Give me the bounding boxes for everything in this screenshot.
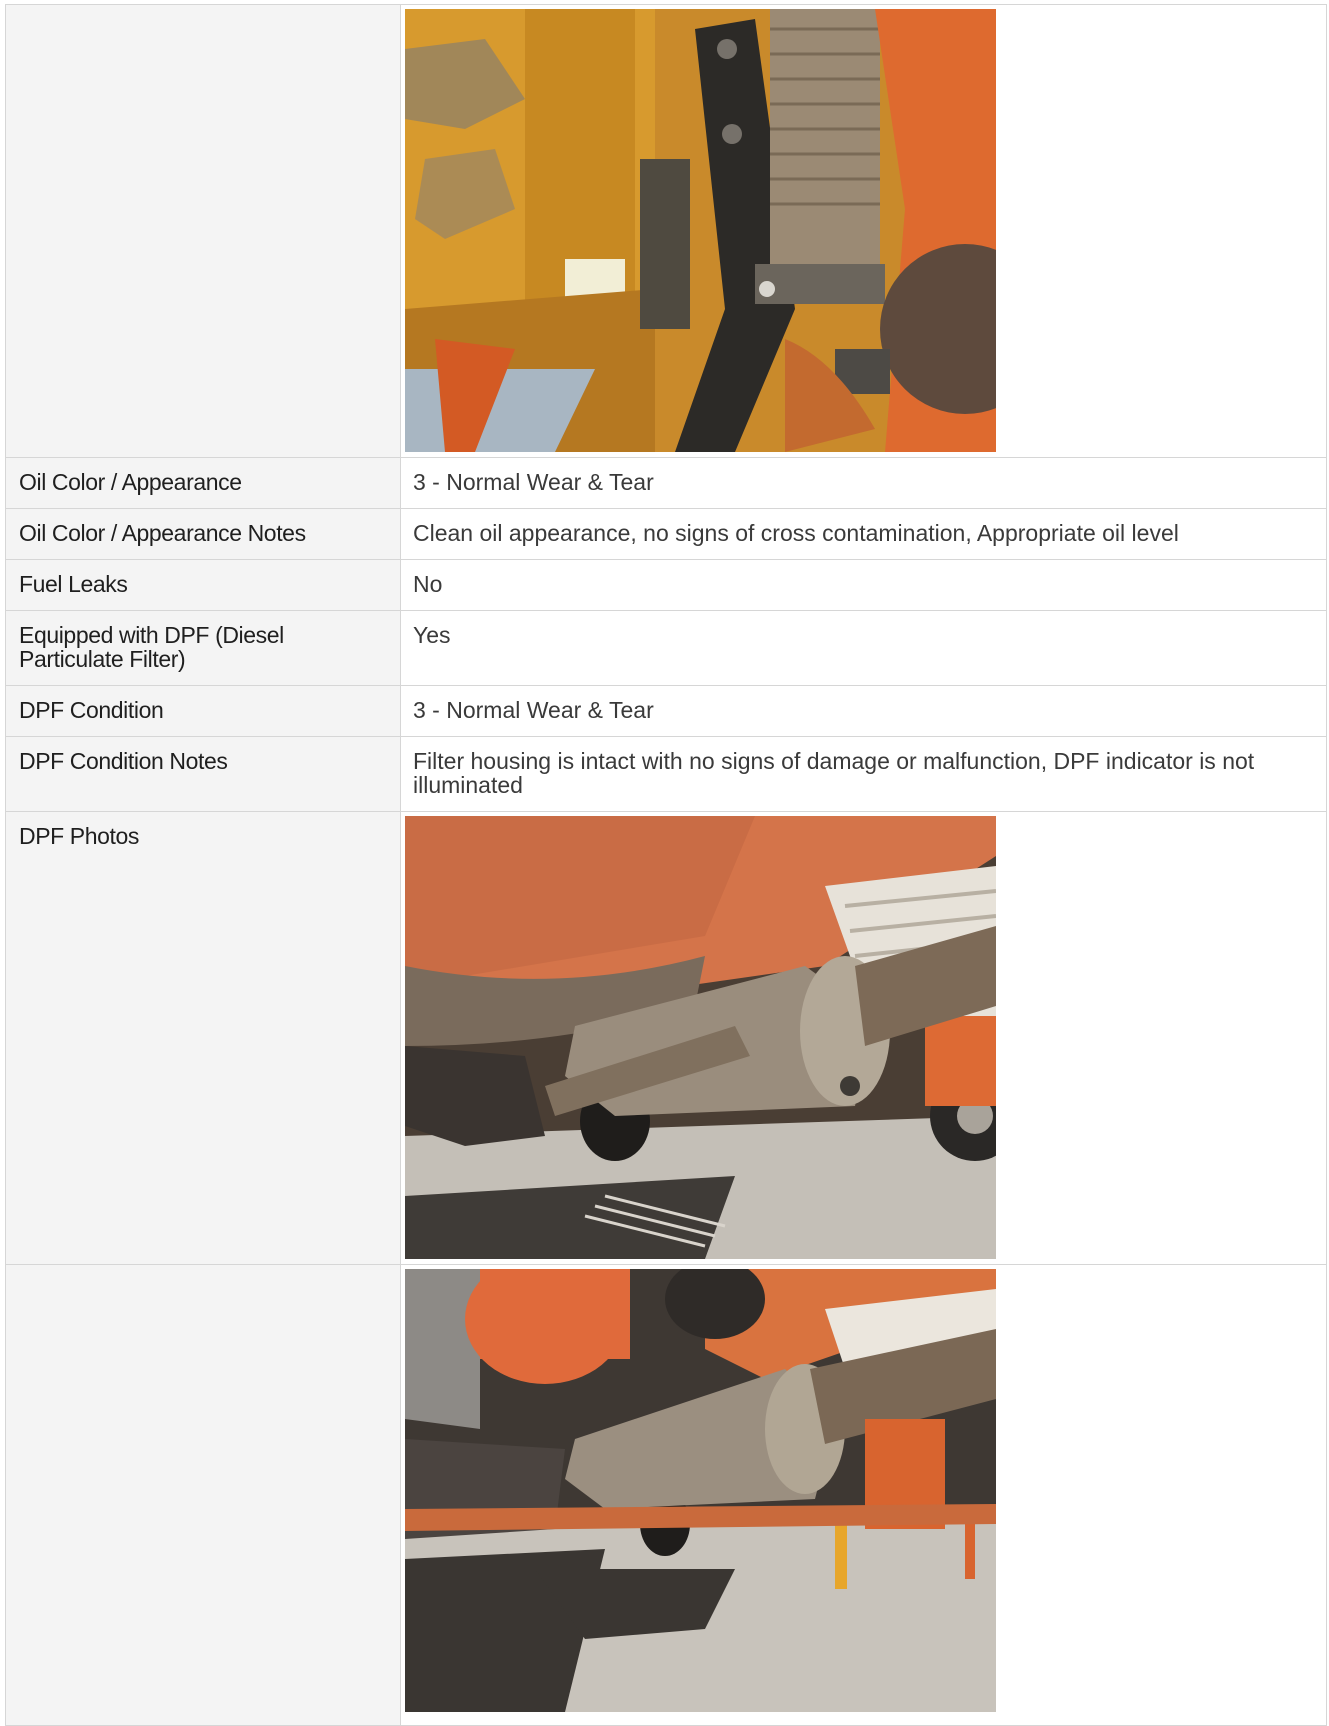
dpf-photo-1[interactable] (405, 816, 996, 1259)
table-row: DPF Condition 3 - Normal Wear & Tear (6, 686, 1326, 737)
table-row: Oil Color / Appearance Notes Clean oil a… (6, 509, 1326, 560)
row-value: Filter housing is intact with no signs o… (413, 748, 1255, 798)
table-row (6, 1265, 1326, 1726)
row-value: Yes (413, 622, 451, 648)
engine-underside-photo[interactable] (405, 9, 996, 452)
row-photo-cell (401, 812, 1326, 1264)
row-value: 3 - Normal Wear & Tear (413, 697, 654, 723)
row-value: Clean oil appearance, no signs of cross … (413, 520, 1179, 546)
row-label: Oil Color / Appearance (6, 458, 401, 508)
table-row: Equipped with DPF (Diesel Particulate Fi… (6, 611, 1326, 686)
row-label (6, 1265, 401, 1725)
dpf-photo-2[interactable] (405, 1269, 996, 1712)
row-label (6, 5, 401, 457)
row-label: DPF Condition (6, 686, 401, 736)
table-row: DPF Photos (6, 812, 1326, 1265)
table-row (6, 5, 1326, 458)
row-label: DPF Condition Notes (6, 737, 401, 811)
row-photo-cell (401, 5, 1326, 457)
inspection-table: Oil Color / Appearance 3 - Normal Wear &… (5, 4, 1327, 1726)
row-value: No (413, 571, 443, 597)
row-label: Oil Color / Appearance Notes (6, 509, 401, 559)
row-photo-cell (401, 1265, 1326, 1725)
row-label: Equipped with DPF (Diesel Particulate Fi… (6, 611, 401, 685)
row-value: 3 - Normal Wear & Tear (413, 469, 654, 495)
table-row: DPF Condition Notes Filter housing is in… (6, 737, 1326, 812)
row-label: DPF Photos (6, 812, 401, 1264)
row-label: Fuel Leaks (6, 560, 401, 610)
table-row: Oil Color / Appearance 3 - Normal Wear &… (6, 458, 1326, 509)
table-row: Fuel Leaks No (6, 560, 1326, 611)
